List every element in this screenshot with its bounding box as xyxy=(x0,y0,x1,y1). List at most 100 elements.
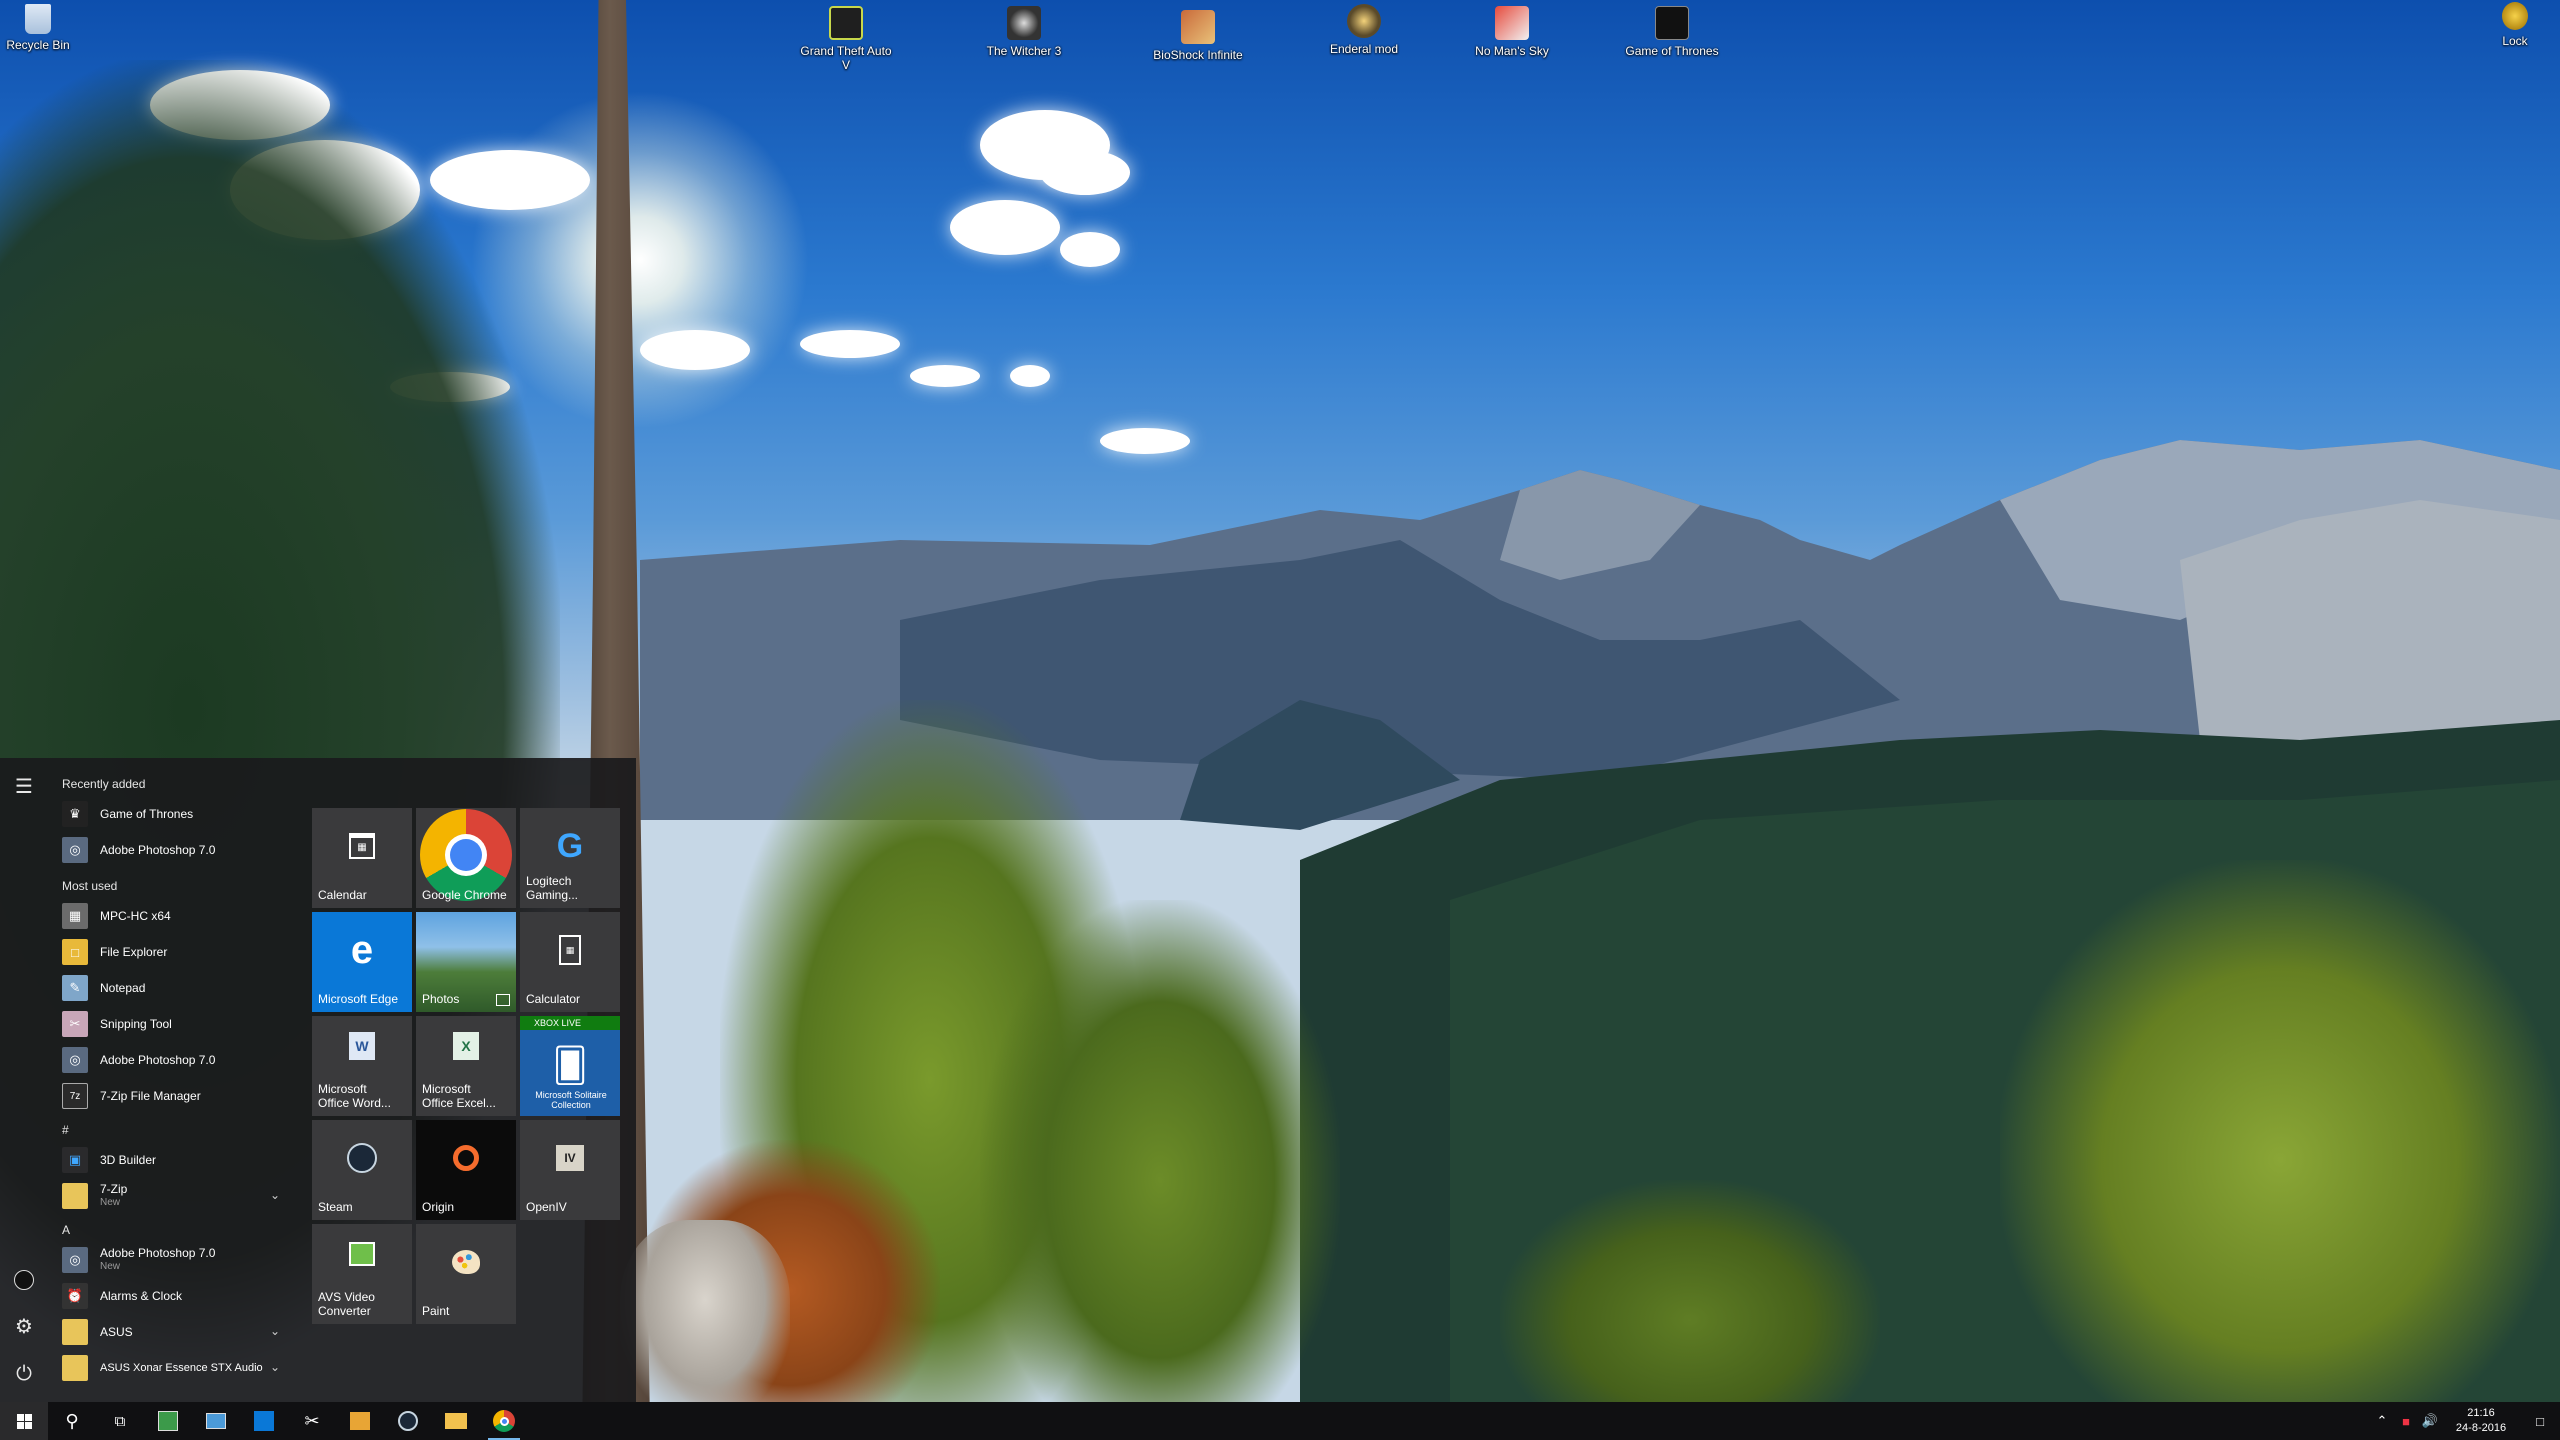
tile-label: Calculator xyxy=(526,992,581,1006)
tile-label: Steam xyxy=(318,1200,353,1214)
app-folder-asus[interactable]: ASUS ⌄ xyxy=(56,1314,296,1350)
tile-avs-video-converter[interactable]: AVS Video Converter xyxy=(312,1224,412,1324)
section-header-a[interactable]: A xyxy=(56,1218,296,1242)
desktop-icon-bioshock[interactable]: BioShock Infinite xyxy=(1148,10,1248,62)
taskbar-chrome-icon[interactable] xyxy=(480,1402,528,1440)
tile-logitech-gaming[interactable]: G Logitech Gaming... xyxy=(520,808,620,908)
app-label: 7-Zip File Manager xyxy=(100,1089,201,1103)
mpc-hc-icon: ▦ xyxy=(62,903,88,929)
xbox-live-badge: XBOX LIVE xyxy=(520,1016,620,1030)
tile-origin[interactable]: Origin xyxy=(416,1120,516,1220)
windows-logo-icon xyxy=(16,1413,32,1429)
folder-icon xyxy=(62,1183,88,1209)
app-notepad[interactable]: ✎ Notepad xyxy=(56,970,296,1006)
taskbar-app-window-icon[interactable] xyxy=(192,1402,240,1440)
tile-label: Microsoft Office Excel... xyxy=(422,1082,496,1110)
app-game-of-thrones[interactable]: ♛ Game of Thrones xyxy=(56,796,296,832)
app-label: Adobe Photoshop 7.0 xyxy=(100,843,216,857)
tile-steam[interactable]: Steam xyxy=(312,1120,412,1220)
app-adobe-photoshop[interactable]: ◎ Adobe Photoshop 7.0 xyxy=(56,1042,296,1078)
desktop-icon-label: BioShock Infinite xyxy=(1153,48,1243,62)
tile-paint[interactable]: Paint xyxy=(416,1224,516,1324)
app-label: 7-Zip New xyxy=(100,1182,127,1210)
desktop-icon-label: Recycle Bin xyxy=(6,38,70,52)
alarm-clock-icon: ⏰ xyxy=(62,1283,88,1309)
app-3d-builder[interactable]: ▣ 3D Builder xyxy=(56,1142,296,1178)
system-tray: ⌃ ■ 🔊 21:16 24-8-2016 □ xyxy=(2370,1402,2560,1440)
chevron-down-icon[interactable]: ⌄ xyxy=(270,1324,280,1338)
app-folder-asus-xonar[interactable]: ASUS Xonar Essence STX Audio ⌄ xyxy=(56,1350,296,1386)
tile-label: Microsoft Edge xyxy=(318,992,399,1006)
power-icon[interactable]: ⏻ xyxy=(8,1358,40,1390)
tile-label: Paint xyxy=(422,1304,450,1318)
app-folder-7zip[interactable]: 7-Zip New ⌄ xyxy=(56,1178,296,1214)
excel-icon: X xyxy=(453,1032,479,1060)
action-center-icon[interactable]: □ xyxy=(2520,1414,2560,1429)
taskbar-app-media-icon[interactable] xyxy=(336,1402,384,1440)
start-menu-rail: ☰ ⚙ ⏻ xyxy=(0,758,48,1402)
task-view-icon[interactable]: ⧉ xyxy=(96,1402,144,1440)
chevron-up-icon[interactable]: ⌃ xyxy=(2370,1413,2394,1429)
chevron-down-icon[interactable]: ⌄ xyxy=(270,1360,280,1374)
search-icon[interactable]: ⚲ xyxy=(48,1402,96,1440)
app-adobe-photoshop[interactable]: ◎ Adobe Photoshop 7.0 New xyxy=(56,1242,296,1278)
tile-calendar[interactable]: ▦ Calendar xyxy=(312,808,412,908)
app-alarms-clock[interactable]: ⏰ Alarms & Clock xyxy=(56,1278,296,1314)
taskbar-file-explorer-icon[interactable] xyxy=(432,1402,480,1440)
taskbar-app-snipping-icon[interactable]: ✂ xyxy=(288,1402,336,1440)
clock[interactable]: 21:16 24-8-2016 xyxy=(2442,1406,2520,1436)
settings-gear-icon[interactable]: ⚙ xyxy=(8,1310,40,1342)
tile-openiv[interactable]: IV OpenIV xyxy=(520,1120,620,1220)
desktop-icon-no-mans-sky[interactable]: No Man's Sky xyxy=(1462,6,1562,58)
paint-palette-icon xyxy=(452,1250,480,1274)
section-header-hash[interactable]: # xyxy=(56,1118,296,1142)
tile-office-excel[interactable]: X Microsoft Office Excel... xyxy=(416,1016,516,1116)
app-snipping-tool[interactable]: ✂ Snipping Tool xyxy=(56,1006,296,1042)
hamburger-menu-icon[interactable]: ☰ xyxy=(8,770,40,802)
tile-google-chrome[interactable]: Google Chrome xyxy=(416,808,516,908)
desktop-icon-game-of-thrones[interactable]: Game of Thrones xyxy=(1622,6,1722,58)
app-mpc-hc[interactable]: ▦ MPC-HC x64 xyxy=(56,898,296,934)
start-button[interactable] xyxy=(0,1402,48,1440)
desktop-icon-gta[interactable]: Grand Theft Auto V xyxy=(796,6,896,72)
tile-calculator[interactable]: ▦ Calculator xyxy=(520,912,620,1012)
logitech-icon: G xyxy=(556,827,584,865)
gta-icon xyxy=(829,6,863,40)
desktop-icon-label: Lock xyxy=(2502,34,2528,48)
app-file-explorer[interactable]: □ File Explorer xyxy=(56,934,296,970)
section-header-recently-added: Recently added xyxy=(62,777,146,791)
tile-office-word[interactable]: W Microsoft Office Word... xyxy=(312,1016,412,1116)
folder-icon xyxy=(62,1355,88,1381)
app-7zip-file-manager[interactable]: 7z 7-Zip File Manager xyxy=(56,1078,296,1114)
tile-solitaire-collection[interactable]: XBOX LIVE 🂠 Microsoft Solitaire Collecti… xyxy=(520,1016,620,1116)
tray-app-icon[interactable]: ■ xyxy=(2394,1414,2418,1429)
desktop-icon-recycle-bin[interactable]: Recycle Bin xyxy=(0,4,88,52)
word-icon: W xyxy=(349,1032,375,1060)
desktop-icon-witcher[interactable]: The Witcher 3 xyxy=(974,6,1074,58)
tile-microsoft-edge[interactable]: e Microsoft Edge xyxy=(312,912,412,1012)
7zip-icon: 7z xyxy=(62,1083,88,1109)
scissors-icon: ✂ xyxy=(62,1011,88,1037)
volume-icon[interactable]: 🔊 xyxy=(2418,1413,2442,1429)
desktop-icon-label: Game of Thrones xyxy=(1625,44,1719,58)
tile-label: OpenIV xyxy=(526,1200,567,1214)
folder-icon xyxy=(62,1319,88,1345)
app-label: ASUS xyxy=(100,1325,133,1339)
photoshop-icon: ◎ xyxy=(62,1047,88,1073)
desktop-icon-lock[interactable]: Lock xyxy=(2480,2,2550,48)
photoshop-icon: ◎ xyxy=(62,1247,88,1273)
tile-label: Microsoft Solitaire Collection xyxy=(535,1090,607,1110)
taskbar-app-steam-icon[interactable] xyxy=(384,1402,432,1440)
desktop-icon-label: No Man's Sky xyxy=(1475,44,1549,58)
calculator-icon: ▦ xyxy=(559,935,581,965)
app-adobe-photoshop[interactable]: ◎ Adobe Photoshop 7.0 xyxy=(56,832,296,868)
taskbar-app-store-icon[interactable] xyxy=(240,1402,288,1440)
steam-icon xyxy=(347,1143,377,1173)
user-account-avatar[interactable] xyxy=(8,1264,40,1296)
taskbar-app-spreadsheet-icon[interactable] xyxy=(144,1402,192,1440)
chevron-down-icon[interactable]: ⌄ xyxy=(270,1188,280,1202)
edge-icon: e xyxy=(350,928,374,972)
tile-photos[interactable]: Photos xyxy=(416,912,516,1012)
desktop-icon-label: The Witcher 3 xyxy=(986,44,1062,58)
desktop-icon-enderal[interactable]: Enderal mod xyxy=(1314,4,1414,56)
